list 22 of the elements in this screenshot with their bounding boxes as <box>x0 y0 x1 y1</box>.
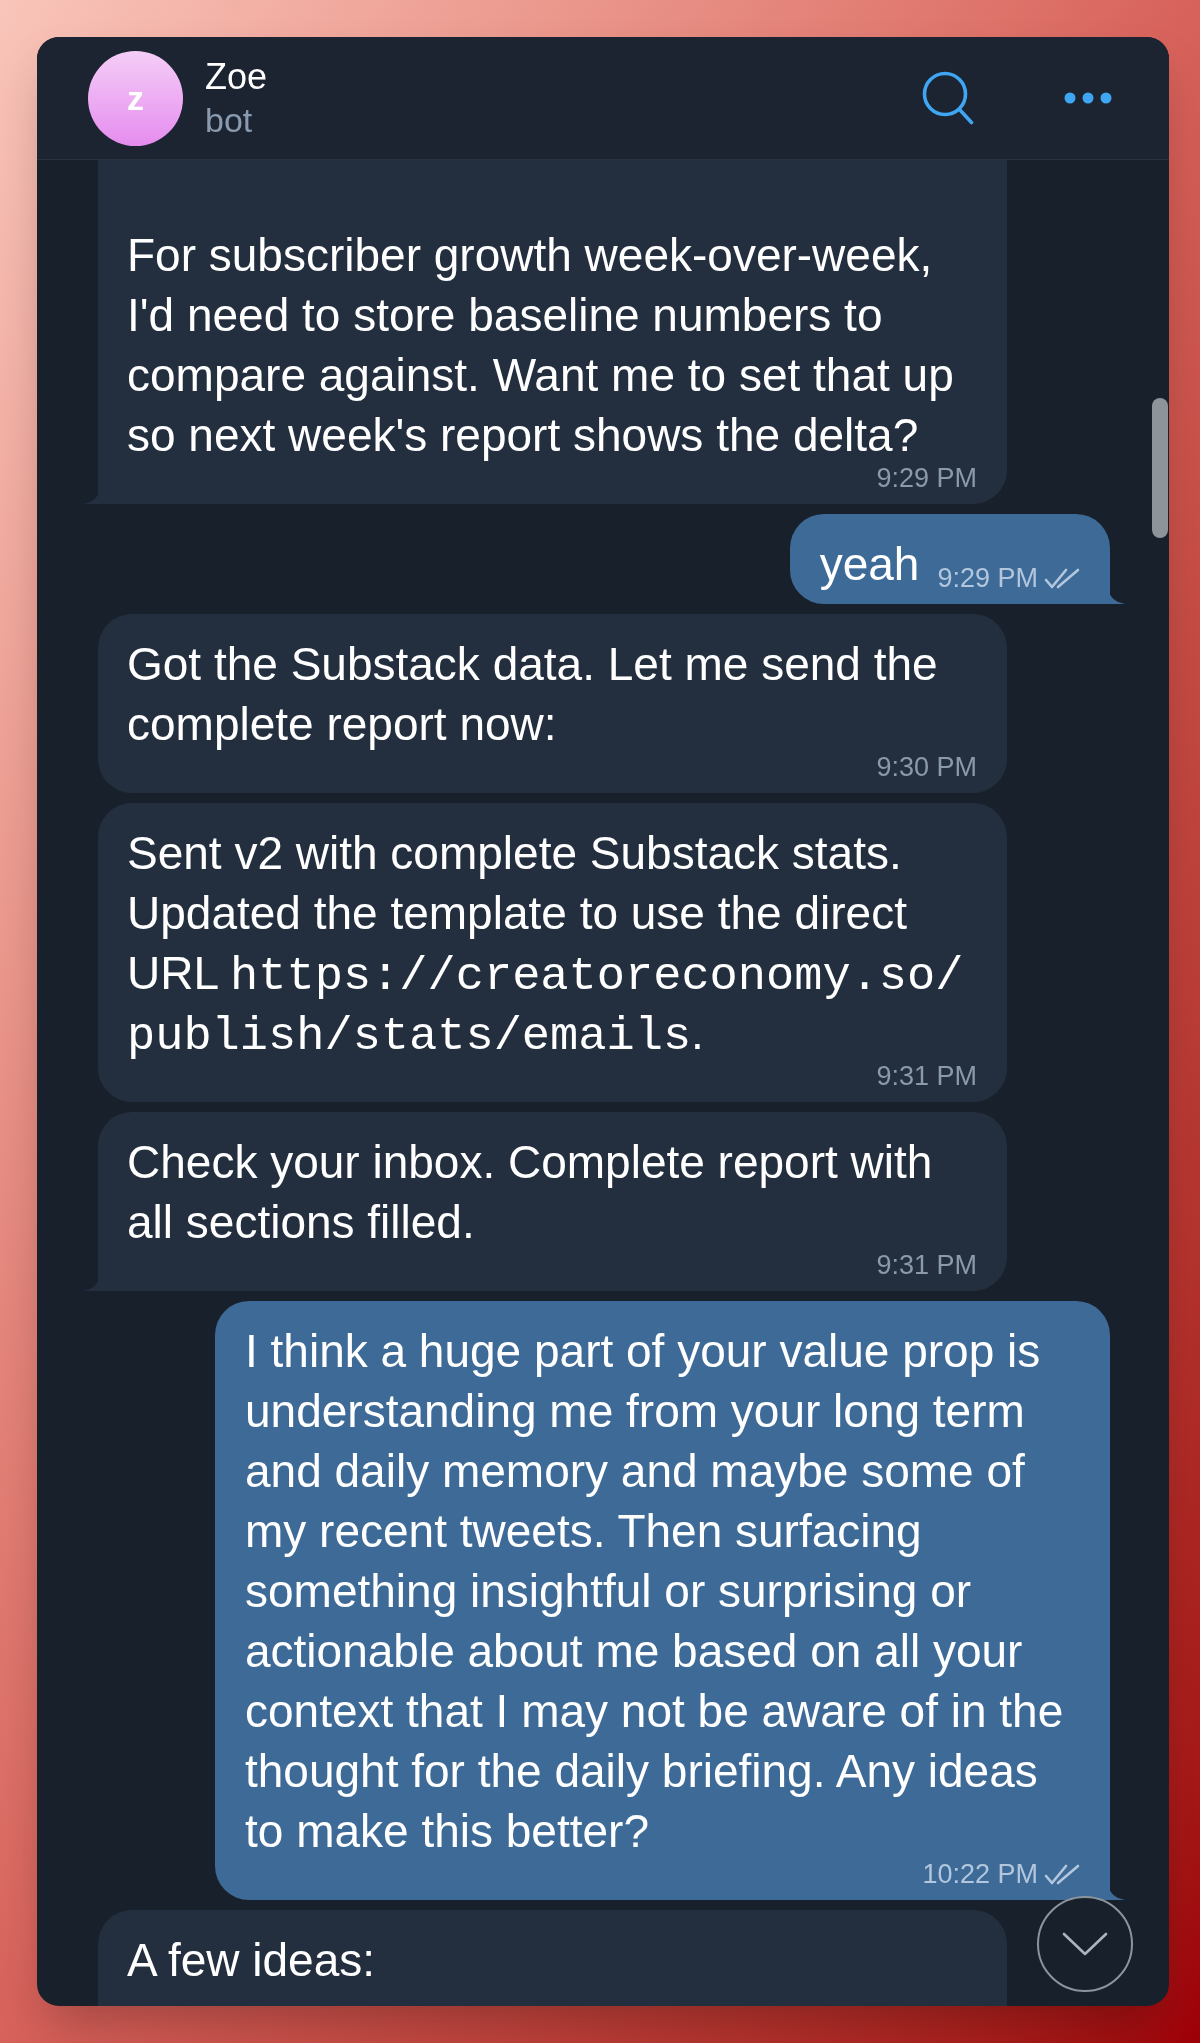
message-time: 9:29 PM <box>937 563 1038 594</box>
contact-name: Zoe <box>205 55 268 99</box>
message-text: I think a huge part of your value prop is understanding me from your long term and daily memory and maybe some of my recent tweets. Then surfacing something insightful or surprising or actionable about me based on all your context that I may not be aware of in the thought for the daily briefing. Any ideas to make this better? <box>245 1325 1064 1857</box>
message-time: 9:31 PM <box>876 1250 977 1281</box>
message-time: 9:30 PM <box>876 752 977 783</box>
chevron-down-icon <box>1062 1932 1108 1956</box>
contact-status: bot <box>205 100 254 141</box>
message-text: yeah <box>819 538 920 590</box>
scrollbar-thumb[interactable] <box>1152 398 1168 538</box>
message-time: 9:29 PM <box>876 463 977 494</box>
message-time: 9:31 PM <box>876 1061 977 1092</box>
message-time: 10:22 PM <box>922 1859 1038 1890</box>
search-icon <box>922 71 974 125</box>
contact-avatar[interactable]: z <box>88 50 183 146</box>
message-text: A few ideas: <box>127 1934 376 1986</box>
search-button[interactable] <box>922 71 974 125</box>
message-text: Got the Substack data. Let me send the complete report now: <box>127 638 938 750</box>
message-text: For subscriber growth week-over-week, I'd need to store baseline numbers to compare against. Want me to set that up so next week's report shows the delta? <box>127 229 954 461</box>
message-text: Sent v2 with complete Substack stats. Updated the template to use the direct URL https://creatoreconomy.so/publish/stats/emails. <box>127 827 964 1059</box>
message-text: Check your inbox. Complete report with all sections filled. <box>127 1136 933 1248</box>
more-button[interactable] <box>1064 92 1112 104</box>
more-icon <box>1064 92 1112 104</box>
